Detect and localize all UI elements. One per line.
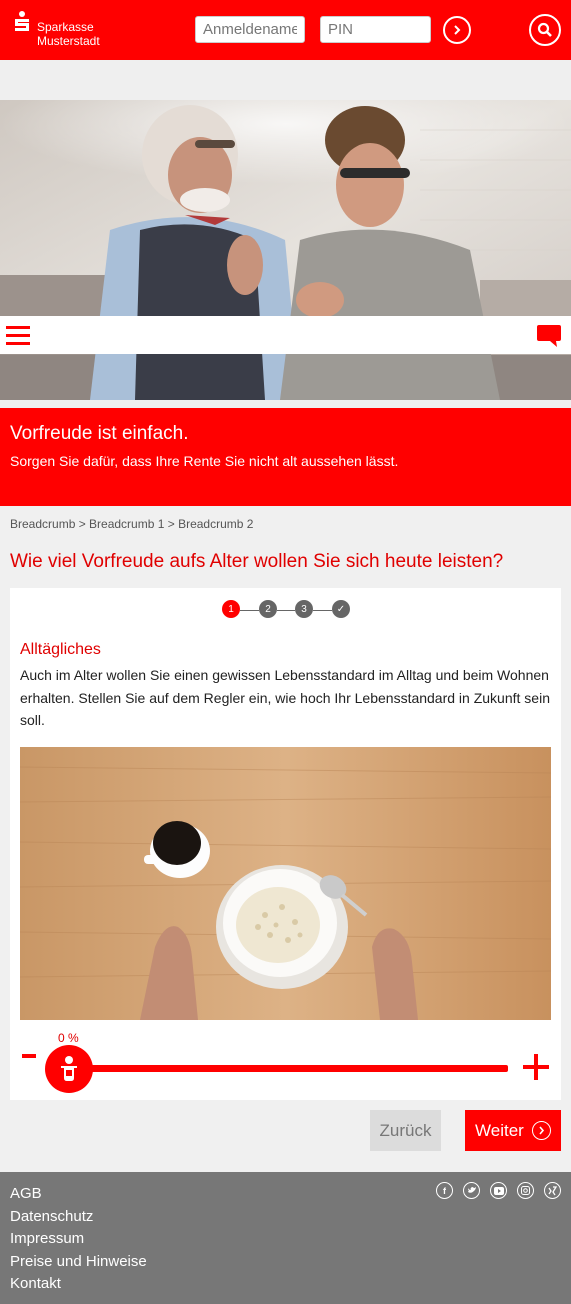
header-bar: Sparkasse Musterstadt (0, 0, 571, 60)
username-input[interactable] (195, 16, 305, 43)
footer-links: AGB Datenschutz Impressum Preise und Hin… (10, 1183, 147, 1296)
sparkasse-logo[interactable]: Sparkasse Musterstadt (14, 11, 114, 49)
hero-image (0, 100, 571, 400)
footer-link-impressum[interactable]: Impressum (10, 1228, 147, 1251)
chevron-right-icon (531, 1121, 551, 1140)
piggy-bank-icon (61, 1056, 77, 1081)
menu-button[interactable] (6, 325, 30, 347)
chevron-right-icon (454, 25, 461, 35)
promo-subtitle: Sorgen Sie dafür, dass Ihre Rente Sie ni… (10, 453, 399, 469)
chat-button[interactable] (536, 324, 562, 348)
youtube-icon[interactable] (490, 1182, 507, 1199)
section-title: Alltägliches (20, 641, 101, 658)
brand-line1: Sparkasse (37, 20, 94, 34)
footer-link-datenschutz[interactable]: Datenschutz (10, 1206, 147, 1229)
hero-photo-illustration (0, 100, 571, 400)
breakfast-illustration (20, 747, 551, 1020)
search-icon (537, 22, 552, 37)
spacer (0, 60, 571, 100)
slider-value-label: 0 % (58, 1031, 79, 1045)
sparkasse-s-icon (15, 11, 29, 31)
step-3: 3 (295, 600, 313, 618)
footer-link-agb[interactable]: AGB (10, 1183, 147, 1206)
slider-track[interactable] (68, 1065, 508, 1072)
navigation-bar (0, 316, 571, 354)
next-button[interactable]: Weiter (465, 1110, 561, 1151)
next-button-label: Weiter (475, 1120, 524, 1140)
chat-bubble-icon (537, 325, 561, 347)
footer-link-preise[interactable]: Preise und Hinweise (10, 1251, 147, 1274)
breadcrumb[interactable]: Breadcrumb > Breadcrumb 1 > Breadcrumb 2 (10, 517, 253, 531)
instagram-icon[interactable] (517, 1182, 534, 1199)
step-connector (277, 610, 295, 611)
calculator-card: 1 2 3 ✓ Alltägliches Auch im Alter wolle… (10, 588, 561, 1100)
pin-input[interactable] (320, 16, 431, 43)
section-description: Auch im Alter wollen Sie einen gewissen … (20, 667, 550, 728)
step-2: 2 (259, 600, 277, 618)
spacer (0, 400, 571, 408)
facebook-icon[interactable]: f (436, 1182, 453, 1199)
back-button[interactable]: Zurück (370, 1110, 441, 1151)
twitter-icon[interactable] (463, 1182, 480, 1199)
slider-handle[interactable] (45, 1045, 93, 1093)
promo-title: Vorfreude ist einfach. (10, 423, 189, 444)
xing-icon[interactable] (544, 1182, 561, 1199)
brand-line2: Musterstadt (37, 34, 100, 48)
step-connector (313, 610, 332, 611)
step-connector (240, 610, 259, 611)
promo-banner: Vorfreude ist einfach. Sorgen Sie dafür,… (0, 408, 571, 506)
hamburger-menu-icon (6, 326, 30, 345)
progress-stepper: 1 2 3 ✓ (222, 600, 350, 620)
footer-link-kontakt[interactable]: Kontakt (10, 1273, 147, 1296)
login-submit-button[interactable] (443, 16, 471, 44)
footer: AGB Datenschutz Impressum Preise und Hin… (0, 1172, 571, 1304)
slider-decrease-button[interactable] (22, 1054, 36, 1058)
brand-name: Sparkasse Musterstadt (37, 20, 100, 48)
step-1: 1 (222, 600, 240, 618)
plus-icon (534, 1054, 538, 1080)
search-button[interactable] (529, 14, 561, 46)
step-complete-check-icon: ✓ (332, 600, 350, 618)
page-title: Wie viel Vorfreude aufs Alter wollen Sie… (10, 551, 504, 572)
breakfast-image (20, 747, 551, 1020)
